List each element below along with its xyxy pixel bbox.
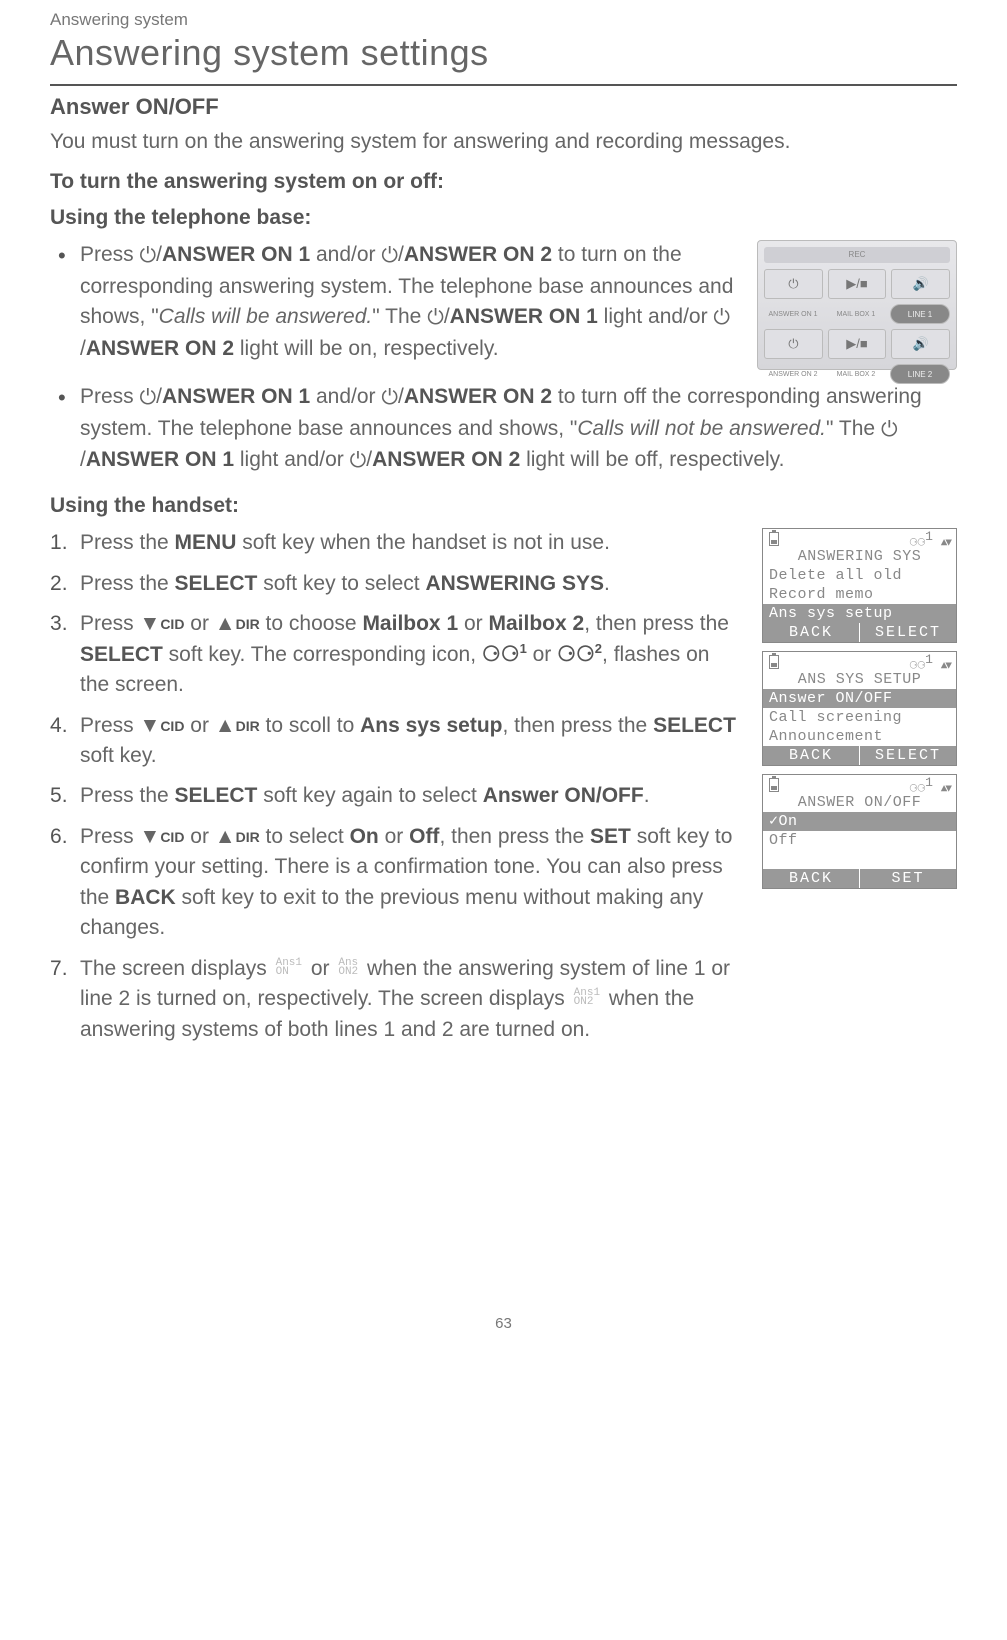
bullet-turn-off: Press ⏻/ANSWER ON 1 and/or ⏻/ANSWER ON 2… [50, 382, 957, 476]
ans1-on2-icon: Ans1ON2 [571, 989, 603, 1007]
step-6: Press ▼CID or ▲DIR to select On or Off, … [50, 822, 744, 944]
step-2: Press the SELECT soft key to select ANSW… [50, 569, 744, 599]
bullet-turn-on: Press ⏻/ANSWER ON 1 and/or ⏻/ANSWER ON 2… [50, 240, 739, 364]
step-4: Press ▼CID or ▲DIR to scoll to Ans sys s… [50, 711, 744, 772]
play-button-1: ▶/■ [828, 269, 887, 299]
power-icon: ⏻ [381, 383, 398, 413]
lcd-item: Announcement [763, 727, 956, 746]
power-icon: ⏻ [881, 415, 898, 445]
section-heading: Answer ON/OFF [50, 94, 957, 120]
battery-icon [769, 778, 779, 792]
step-7: The screen displays Ans1ON or AnsON2 whe… [50, 954, 744, 1045]
rec-label: REC [764, 247, 950, 263]
step-5: Press the SELECT soft key again to selec… [50, 781, 744, 811]
base-bullet-list: Press ⏻/ANSWER ON 1 and/or ⏻/ANSWER ON 2… [50, 240, 739, 364]
battery-icon [769, 532, 779, 546]
lcd-title: ANSWER ON/OFF [763, 793, 956, 812]
base-bullet-list-2: Press ⏻/ANSWER ON 1 and/or ⏻/ANSWER ON 2… [50, 382, 957, 476]
lcd-item [763, 850, 956, 869]
softkey-back: BACK [763, 746, 859, 765]
updown-icon: ▲▼ [941, 661, 950, 673]
vol-button-1: 🔊 [891, 269, 950, 299]
softkey-select: SELECT [859, 746, 956, 765]
page-title: Answering system settings [50, 32, 957, 74]
down-icon: ▼ [140, 714, 161, 737]
lcd-item: Off [763, 831, 956, 850]
power-button-2: ⏻ [764, 329, 823, 359]
updown-icon: ▲▼ [941, 784, 950, 796]
power-icon: ⏻ [350, 446, 367, 476]
power-icon: ⏻ [427, 303, 444, 333]
lcd-item-selected: Answer ON/OFF [763, 689, 956, 708]
subheading-onoff: To turn the answering system on or off: [50, 170, 957, 194]
lcd-item: Record memo [763, 585, 956, 604]
tape-icon: ⚆⚆ [557, 643, 595, 666]
lcd-item-selected: Ans sys setup [763, 604, 956, 623]
breadcrumb: Answering system [50, 10, 957, 30]
vol-button-2: 🔊 [891, 329, 950, 359]
page-number: 63 [50, 1315, 957, 1332]
lcd-item-selected: ✓On [763, 812, 956, 831]
ans-on2-icon: AnsON2 [335, 959, 361, 977]
lcd-item: Delete all old [763, 566, 956, 585]
battery-icon [769, 655, 779, 669]
softkey-back: BACK [763, 623, 859, 642]
lcd-item: Call screening [763, 708, 956, 727]
power-icon: ⏻ [381, 241, 398, 271]
up-icon: ▲ [215, 714, 236, 737]
lcd-answer-onoff: ⚆⚆1 ▲▼ ANSWER ON/OFF ✓On Off BACK SET [762, 774, 957, 889]
power-icon: ⏻ [140, 241, 157, 271]
play-button-2: ▶/■ [828, 329, 887, 359]
base-panel-illustration: REC ⏻ ▶/■ 🔊 ANSWER ON 1 MAIL BOX 1 LINE … [757, 240, 957, 370]
ans1-on-icon: Ans1ON [273, 959, 305, 977]
down-icon: ▼ [140, 612, 161, 635]
intro-text: You must turn on the answering system fo… [50, 128, 957, 156]
power-icon: ⏻ [713, 303, 730, 333]
tape-icon: ⚆⚆ [482, 643, 520, 666]
power-icon: ⏻ [140, 383, 157, 413]
step-1: Press the MENU soft key when the handset… [50, 528, 744, 558]
step-3: Press ▼CID or ▲DIR to choose Mailbox 1 o… [50, 609, 744, 700]
handset-steps: Press the MENU soft key when the handset… [50, 528, 744, 1045]
down-icon: ▼ [140, 825, 161, 848]
line1-pill: LINE 1 [890, 304, 950, 324]
subheading-handset: Using the handset: [50, 494, 957, 518]
lcd-answering-sys: ⚆⚆1 ▲▼ ANSWERING SYS Delete all old Reco… [762, 528, 957, 643]
divider [50, 84, 957, 86]
updown-icon: ▲▼ [941, 538, 950, 550]
lcd-screenshots: ⚆⚆1 ▲▼ ANSWERING SYS Delete all old Reco… [762, 528, 957, 889]
lcd-title: ANS SYS SETUP [763, 670, 956, 689]
softkey-select: SELECT [859, 623, 956, 642]
lcd-title: ANSWERING SYS [763, 547, 956, 566]
softkey-set: SET [859, 869, 956, 888]
power-button-1: ⏻ [764, 269, 823, 299]
up-icon: ▲ [215, 612, 236, 635]
up-icon: ▲ [215, 825, 236, 848]
subheading-base: Using the telephone base: [50, 206, 957, 230]
lcd-ans-sys-setup: ⚆⚆1 ▲▼ ANS SYS SETUP Answer ON/OFF Call … [762, 651, 957, 766]
softkey-back: BACK [763, 869, 859, 888]
